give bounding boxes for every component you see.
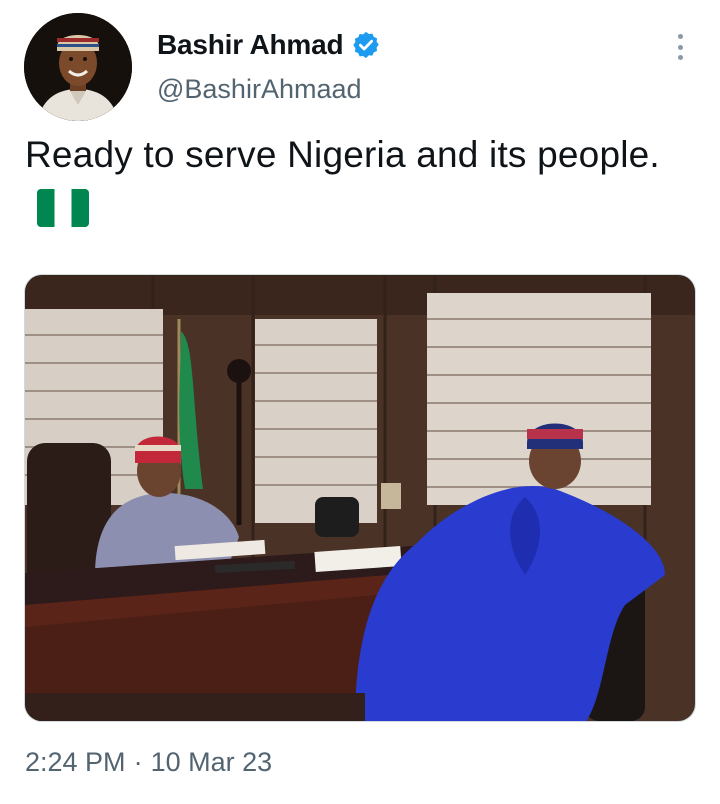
more-dot [677, 55, 683, 60]
office-meeting-photo [25, 275, 695, 721]
tweet-text: Ready to serve Nigeria and its people. [25, 128, 685, 242]
tweet-date: 10 Mar 23 [150, 747, 273, 777]
nigeria-flag-icon [37, 188, 89, 242]
tweet-photo[interactable] [24, 274, 696, 722]
tweet-text-body: Ready to serve Nigeria and its people. [25, 134, 660, 175]
tweet-time: 2:24 PM [25, 747, 126, 777]
author-handle[interactable]: @BashirAhmaad [157, 74, 362, 105]
verified-badge-icon [351, 30, 381, 60]
tweet: Bashir Ahmad @BashirAhmaad Ready to serv… [0, 0, 720, 804]
author-name[interactable]: Bashir Ahmad [157, 29, 381, 61]
more-dot [677, 34, 683, 39]
author-name-text: Bashir Ahmad [157, 29, 344, 60]
more-dot [677, 44, 683, 50]
tweet-timestamp[interactable]: 2:24 PM · 10 Mar 23 [25, 747, 272, 778]
more-options-icon[interactable] [668, 30, 692, 64]
profile-photo-icon [24, 13, 132, 121]
timestamp-separator: · [133, 747, 143, 777]
avatar[interactable] [24, 13, 132, 121]
